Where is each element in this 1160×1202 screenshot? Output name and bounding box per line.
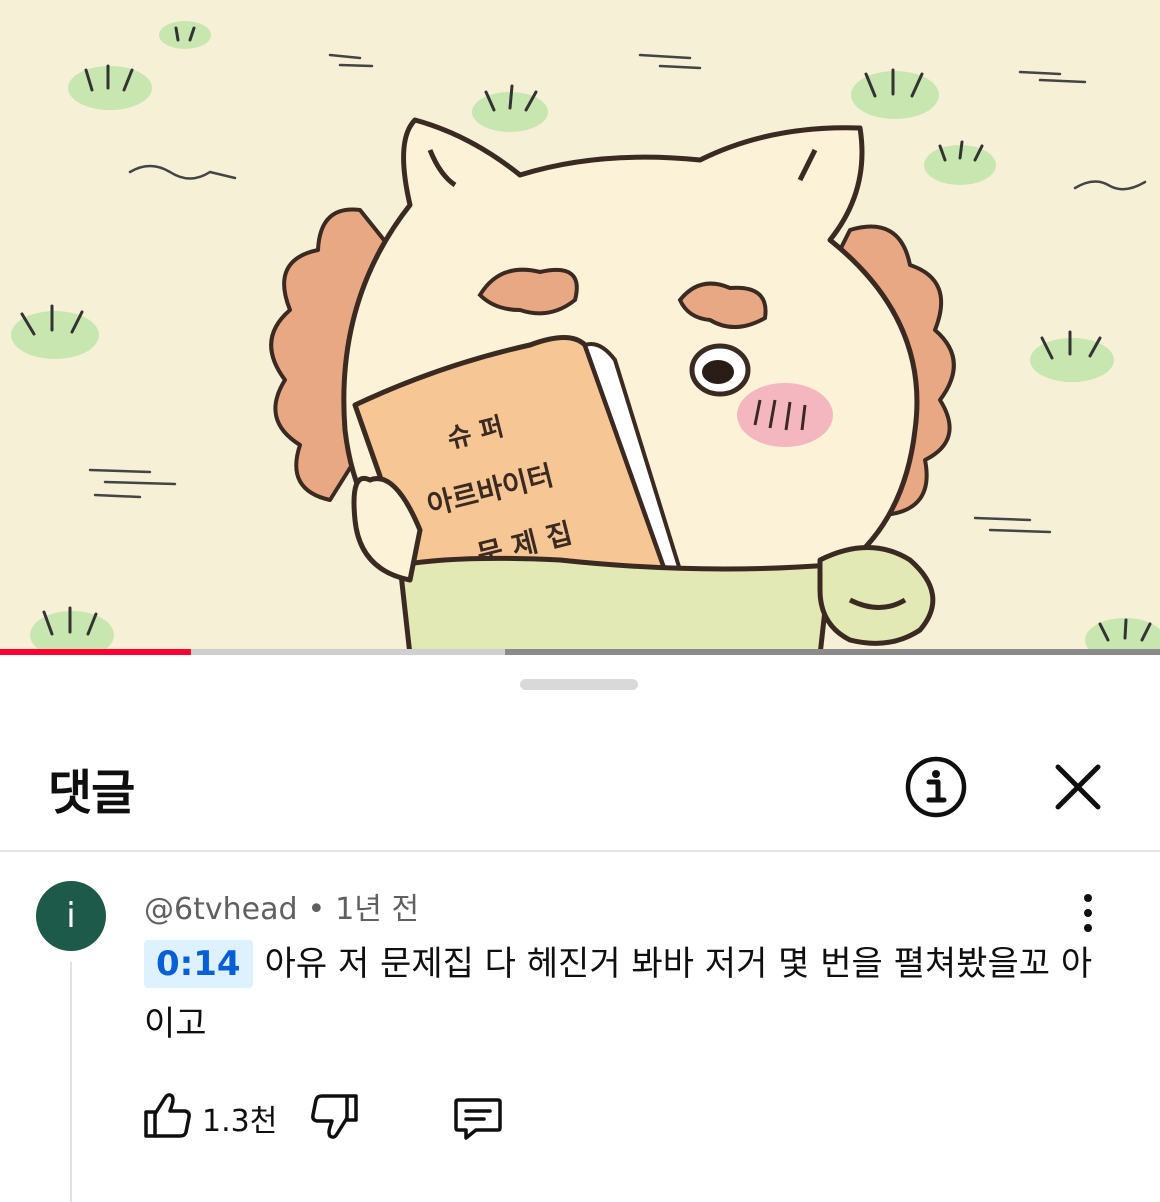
more-vertical-icon [1084, 894, 1092, 932]
thread-line [70, 962, 72, 1202]
like-button[interactable] [140, 1088, 196, 1144]
info-circle-icon [905, 756, 967, 818]
video-progress-bar[interactable] [0, 649, 1160, 655]
comment-body: 0:14 아유 저 문제집 다 헤진거 봐바 저거 몇 번을 펼쳐봤을꼬 아이고 [144, 934, 1094, 1054]
timestamp-link[interactable]: 0:14 [144, 940, 253, 988]
more-options-button[interactable] [1068, 890, 1108, 936]
comment-meta: @6tvhead • 1년 전 [144, 884, 419, 928]
like-count: 1.3천 [202, 1104, 278, 1139]
comment-text: 아유 저 문제집 다 헤진거 봐바 저거 몇 번을 펼쳐봤을꼬 아이고 [144, 944, 1093, 1044]
comment-time: 1년 전 [335, 892, 420, 927]
sheet-title: 댓글 [48, 765, 135, 821]
progress-played [0, 649, 192, 655]
comment-author[interactable]: @6tvhead [144, 892, 298, 927]
video-player[interactable]: 슈 퍼 아르바이터 문 제 집 [0, 0, 1160, 655]
character-cheek [737, 383, 833, 447]
close-button[interactable] [1040, 749, 1116, 825]
comment-actions: 1.3천 [140, 1088, 640, 1148]
avatar[interactable]: i [36, 881, 106, 951]
character-eye [689, 343, 751, 397]
thumbs-up-icon [144, 1093, 191, 1138]
video-frame-illustration: 슈 퍼 아르바이터 문 제 집 [0, 0, 1160, 655]
thumbs-down-icon [311, 1094, 358, 1139]
reply-icon [454, 1098, 502, 1140]
info-button[interactable] [898, 749, 974, 825]
comment-item: i @6tvhead • 1년 전 0:14 아유 저 문제집 다 헤진거 봐바 저거… [0, 852, 1160, 1202]
reply-button[interactable] [450, 1090, 506, 1146]
close-icon [1055, 764, 1101, 810]
drag-handle[interactable] [520, 679, 638, 690]
dislike-button[interactable] [306, 1088, 362, 1144]
meta-separator: • [307, 892, 326, 927]
comments-sheet: 댓글 i @6tvhead•1년 전 0:14아유 저 문제집 다 헤진거 [0, 657, 1160, 1202]
